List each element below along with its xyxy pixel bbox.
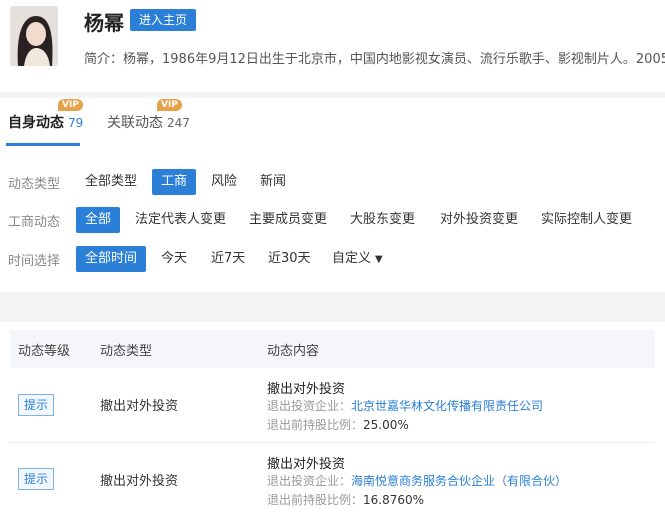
filter-label: 时间选择 [8,254,61,269]
tab-count: 247 [167,116,190,130]
dynamics-table: 动态等级 动态类型 动态内容 提示 撤出对外投资 撤出对外投资 退出投资企业：北… [0,322,665,522]
table-header: 动态等级 动态类型 动态内容 [10,330,655,368]
vip-badge: VIP [157,99,182,111]
enter-homepage-button[interactable]: 进入主页 [130,9,197,31]
section-divider [0,292,665,322]
filter-label: 动态类型 [8,177,61,192]
table-row: 提示 撤出对外投资 撤出对外投资 退出投资企业：海南悦意商务服务合伙企业（有限合… [10,443,655,522]
avatar-photo [10,6,58,66]
filter-option-last-7-days[interactable]: 近7天 [202,246,254,272]
row-type: 撤出对外投资 [100,474,179,489]
filter-option-custom[interactable]: 自定义 ▼ [323,246,392,272]
company-link[interactable]: 北京世嘉华林文化传播有限责任公司 [351,399,543,413]
dynamics-tabs: VIP 自身动态 79 VIP 关联动态 247 [0,98,665,147]
content-company-line: 退出投资企业：海南悦意商务服务合伙企业（有限合伙） [267,472,567,489]
content-company-line: 退出投资企业：北京世嘉华林文化传播有限责任公司 [267,397,543,414]
filter-option-investment-change[interactable]: 对外投资变更 [431,207,527,233]
content-title: 撤出对外投资 [267,457,346,472]
ratio-value: 25.00% [363,418,409,432]
profile-name: 杨幂 [84,11,124,35]
company-label: 退出投资企业： [267,474,352,488]
column-header-content: 动态内容 [267,344,320,359]
filter-option-news[interactable]: 新闻 [251,169,295,195]
filter-row-type: 动态类型 全部类型 工商 风险 新闻 [0,169,665,195]
ratio-value: 16.8760% [363,493,425,507]
content-ratio-line: 退出前持股比例：25.00% [267,416,409,433]
custom-label: 自定义 [332,251,372,266]
tab-related-dynamics[interactable]: VIP 关联动态 247 [107,99,190,132]
filter-option-all[interactable]: 全部 [76,207,121,233]
tab-own-dynamics[interactable]: VIP 自身动态 79 [8,99,84,132]
filter-option-all-types[interactable]: 全部类型 [76,169,146,195]
vip-badge: VIP [58,99,83,111]
tab-label: 关联动态 [107,115,163,131]
company-label: 退出投资企业： [267,399,352,413]
column-header-type: 动态类型 [100,344,153,359]
column-header-level: 动态等级 [18,344,71,359]
table-row: 提示 撤出对外投资 撤出对外投资 退出投资企业：北京世嘉华林文化传播有限责任公司… [10,368,655,443]
filter-option-all-time[interactable]: 全部时间 [76,246,147,272]
row-type: 撤出对外投资 [100,399,179,414]
company-link[interactable]: 海南悦意商务服务合伙企业（有限合伙） [351,474,567,488]
ratio-label: 退出前持股比例： [267,493,364,507]
filter-label: 工商动态 [8,215,61,230]
avatar[interactable] [10,6,58,66]
filter-option-today[interactable]: 今天 [152,246,196,272]
filter-option-controller-change[interactable]: 实际控制人变更 [532,207,641,233]
filter-option-business[interactable]: 工商 [152,169,197,195]
filter-option-last-30-days[interactable]: 近30天 [259,246,320,272]
content-title: 撤出对外投资 [267,382,346,397]
tab-count: 79 [68,116,84,130]
level-badge: 提示 [18,394,55,416]
filter-row-business: 工商动态 全部 法定代表人变更 主要成员变更 大股东变更 对外投资变更 实际控制… [0,207,665,233]
filter-option-risk[interactable]: 风险 [202,169,246,195]
caret-down-icon: ▼ [375,254,383,265]
content-ratio-line: 退出前持股比例：16.8760% [267,491,424,508]
filter-row-time: 时间选择 全部时间 今天 近7天 近30天 自定义 ▼ [0,246,665,272]
level-badge: 提示 [18,468,55,490]
filter-option-major-shareholder-change[interactable]: 大股东变更 [341,207,424,233]
profile-intro: 简介：杨幂，1986年9月12日出生于北京市，中国内地影视女演员、流行乐歌手、影… [84,52,665,67]
filter-option-legal-rep-change[interactable]: 法定代表人变更 [126,207,235,233]
filter-panel: 动态类型 全部类型 工商 风险 新闻 工商动态 全部 法定代表人变更 主要成员变… [0,146,665,286]
filter-option-key-member-change[interactable]: 主要成员变更 [240,207,336,233]
profile-header: 杨幂 进入主页 简介：杨幂，1986年9月12日出生于北京市，中国内地影视女演员… [0,0,665,92]
ratio-label: 退出前持股比例： [267,418,364,432]
tab-label: 自身动态 [8,115,64,131]
